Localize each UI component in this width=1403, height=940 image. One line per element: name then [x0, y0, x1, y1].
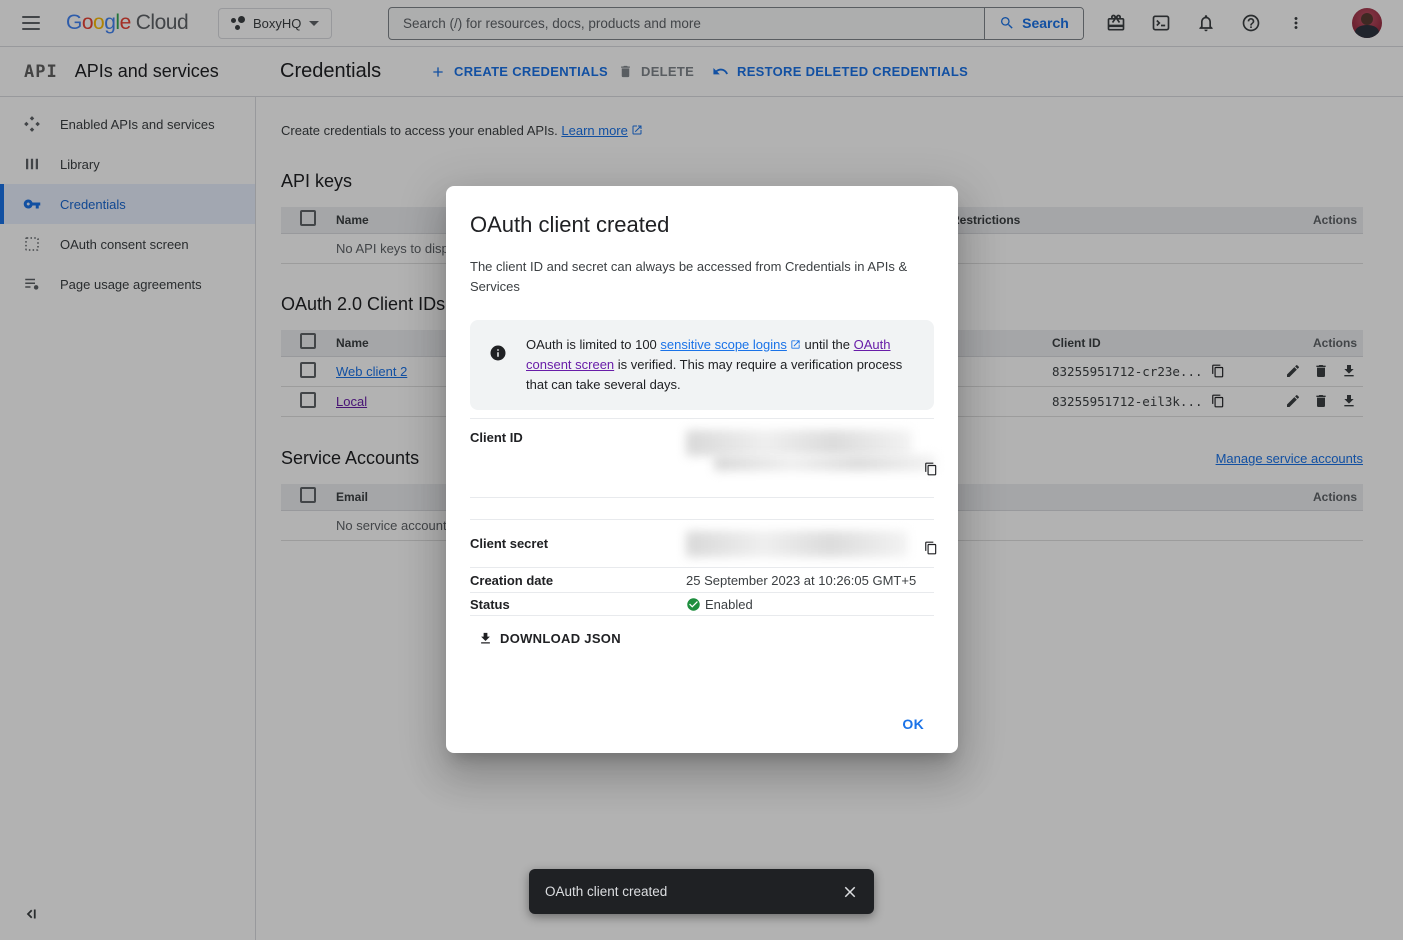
info-icon: [470, 335, 526, 395]
oauth-client-created-dialog: OAuth client created The client ID and s…: [446, 186, 958, 753]
check-circle-icon: [686, 597, 701, 612]
client-secret-label: Client secret: [470, 536, 686, 551]
redacted-client-id: [714, 455, 936, 471]
status-label: Status: [470, 597, 686, 612]
ok-button[interactable]: OK: [894, 708, 932, 740]
snackbar: OAuth client created: [529, 869, 874, 914]
download-json-label: DOWNLOAD JSON: [500, 631, 621, 646]
google-cloud-console: Google Cloud BoxyHQ Search API APIs and …: [0, 0, 1403, 940]
dialog-title: OAuth client created: [470, 212, 934, 238]
dialog-body-text: The client ID and secret can always be a…: [470, 257, 910, 297]
notice-middle: until the: [801, 337, 854, 352]
snackbar-text: OAuth client created: [545, 884, 667, 899]
notice-prefix: OAuth is limited to 100: [526, 337, 660, 352]
download-icon: [478, 631, 493, 646]
client-details: Client ID Client secret Creation date 25…: [470, 418, 934, 616]
creation-date-row: Creation date 25 September 2023 at 10:26…: [470, 567, 934, 592]
sensitive-scope-logins-link[interactable]: sensitive scope logins: [660, 337, 786, 352]
spacer-row: [470, 497, 934, 519]
client-id-label: Client ID: [470, 430, 686, 497]
redacted-client-id: [686, 430, 912, 456]
copy-client-secret-icon[interactable]: [924, 541, 938, 555]
redacted-client-secret: [686, 531, 908, 557]
status-badge: Enabled: [705, 597, 753, 612]
external-link-icon: [790, 339, 801, 350]
notice-text: OAuth is limited to 100 sensitive scope …: [526, 335, 918, 395]
divider: [470, 615, 934, 616]
creation-date-label: Creation date: [470, 573, 686, 588]
client-id-row: Client ID: [470, 418, 934, 497]
copy-client-id-icon[interactable]: [924, 462, 938, 476]
status-row: Status Enabled: [470, 592, 934, 615]
client-secret-row: Client secret: [470, 519, 934, 567]
verification-notice: OAuth is limited to 100 sensitive scope …: [470, 320, 934, 410]
creation-date-value: 25 September 2023 at 10:26:05 GMT+5: [686, 573, 934, 588]
download-json-button[interactable]: DOWNLOAD JSON: [470, 625, 631, 652]
close-icon[interactable]: [841, 883, 859, 901]
